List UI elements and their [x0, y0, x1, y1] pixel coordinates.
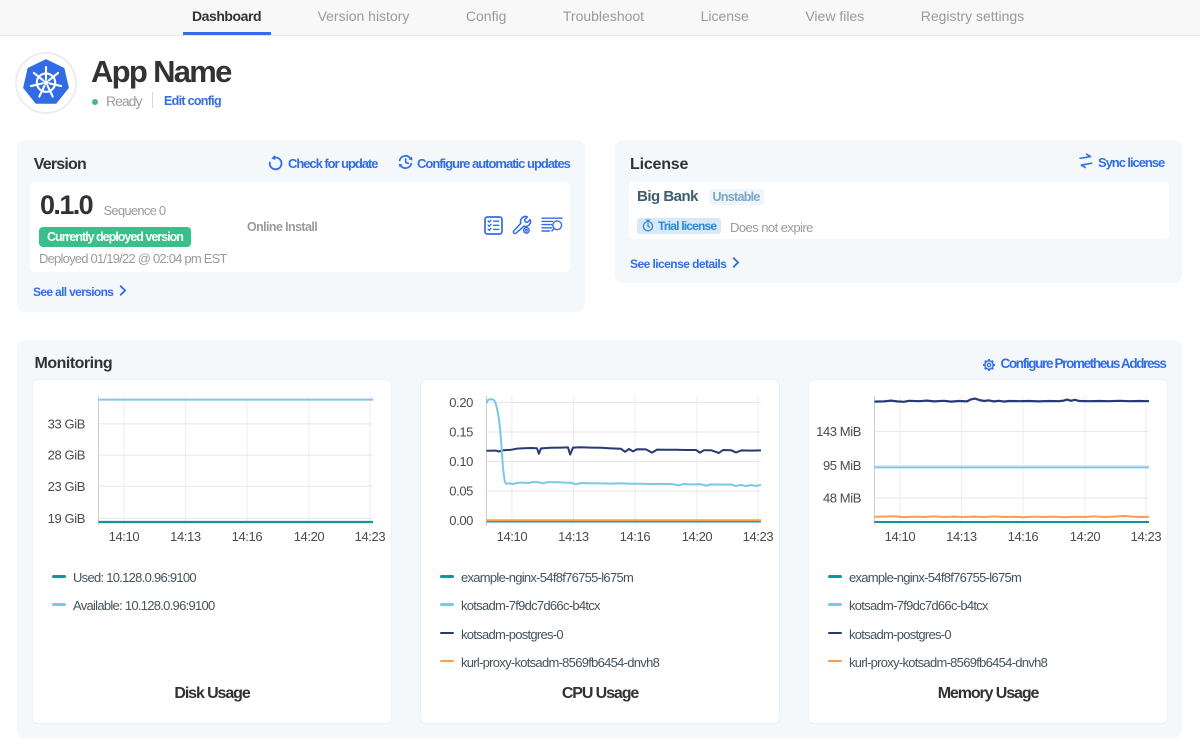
svg-text:14:16: 14:16	[1008, 529, 1039, 544]
svg-text:14:20: 14:20	[294, 529, 325, 544]
svg-text:0.15: 0.15	[449, 425, 473, 440]
svg-text:0.20: 0.20	[449, 395, 473, 410]
svg-text:143 MiB: 143 MiB	[816, 424, 861, 439]
svg-text:14:10: 14:10	[885, 529, 916, 544]
svg-text:19 GiB: 19 GiB	[48, 511, 85, 526]
svg-text:14:13: 14:13	[558, 529, 589, 544]
svg-text:33 GiB: 33 GiB	[48, 416, 85, 431]
svg-text:14:16: 14:16	[620, 529, 651, 544]
svg-text:48 MiB: 48 MiB	[823, 491, 861, 506]
svg-text:14:16: 14:16	[232, 529, 263, 544]
svg-text:95 MiB: 95 MiB	[823, 458, 861, 473]
svg-text:14:23: 14:23	[355, 529, 386, 544]
svg-text:14:10: 14:10	[497, 529, 528, 544]
svg-text:14:13: 14:13	[170, 529, 201, 544]
svg-text:14:20: 14:20	[1070, 529, 1101, 544]
svg-text:14:20: 14:20	[682, 529, 713, 544]
svg-text:14:10: 14:10	[109, 529, 140, 544]
svg-text:14:23: 14:23	[743, 529, 774, 544]
svg-text:23 GiB: 23 GiB	[48, 479, 85, 494]
svg-text:14:13: 14:13	[946, 529, 977, 544]
svg-text:0.00: 0.00	[449, 513, 473, 528]
svg-text:14:23: 14:23	[1131, 529, 1162, 544]
svg-text:0.05: 0.05	[449, 484, 473, 499]
svg-text:0.10: 0.10	[449, 454, 473, 469]
svg-text:28 GiB: 28 GiB	[48, 448, 85, 463]
